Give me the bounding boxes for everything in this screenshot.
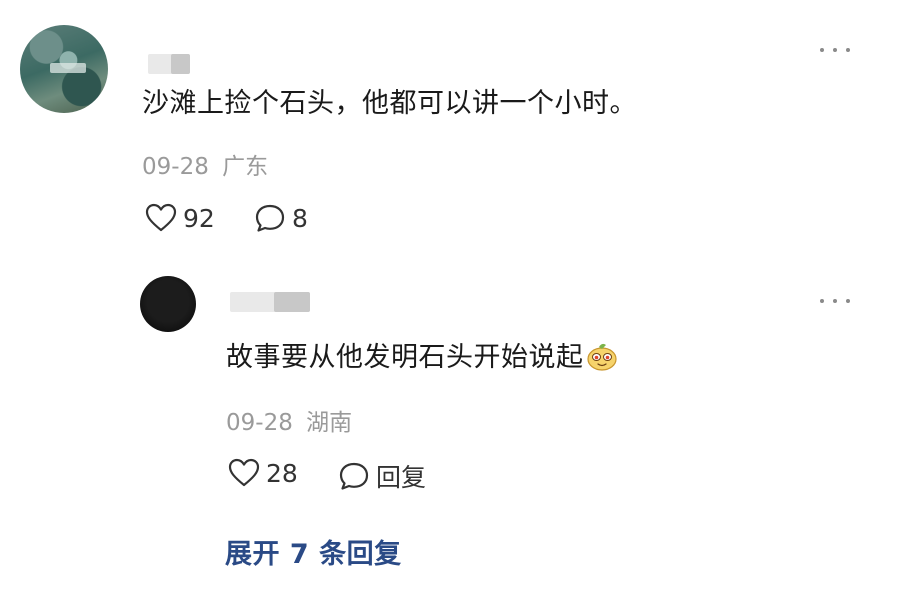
- smirk-face-emoji: [586, 343, 617, 371]
- replier-name-redacted[interactable]: [230, 292, 310, 312]
- like-count: 92: [183, 203, 215, 233]
- reply-date: 09-28: [226, 410, 293, 436]
- heart-outline-icon: [145, 203, 177, 232]
- comment-bubble-icon: [255, 204, 285, 232]
- comment-reply-button[interactable]: 8: [254, 203, 308, 233]
- replier-avatar[interactable]: [140, 276, 196, 332]
- more-dots-icon[interactable]: [820, 40, 850, 60]
- heart-outline-icon: [228, 458, 260, 487]
- commenter-name-redacted[interactable]: [148, 54, 190, 74]
- like-button[interactable]: 92: [145, 203, 215, 233]
- reply-text-row: 故事要从他发明石头开始说起: [226, 340, 618, 376]
- comment-text: 沙滩上捡个石头，他都可以讲一个小时。: [142, 88, 637, 119]
- reply-count: 8: [292, 203, 308, 233]
- reply-text: 故事要从他发明石头开始说起: [226, 342, 584, 373]
- comment-date: 09-28: [142, 154, 209, 180]
- comment-location: 广东: [222, 154, 269, 180]
- more-dots-icon[interactable]: [820, 291, 850, 311]
- reply-meta: 09-28 湖南: [226, 403, 352, 437]
- comment-bubble-icon: [339, 462, 369, 490]
- reply-like-count: 28: [266, 458, 298, 488]
- commenter-avatar[interactable]: [20, 25, 108, 113]
- expand-replies-link[interactable]: 展开 7 条回复: [225, 532, 402, 571]
- comment-meta: 09-28 广东: [142, 147, 268, 181]
- reply-label: 回复: [376, 463, 427, 492]
- reply-like-button[interactable]: 28: [228, 458, 298, 488]
- reply-location: 湖南: [306, 410, 353, 436]
- reply-reply-button[interactable]: 回复: [338, 458, 426, 494]
